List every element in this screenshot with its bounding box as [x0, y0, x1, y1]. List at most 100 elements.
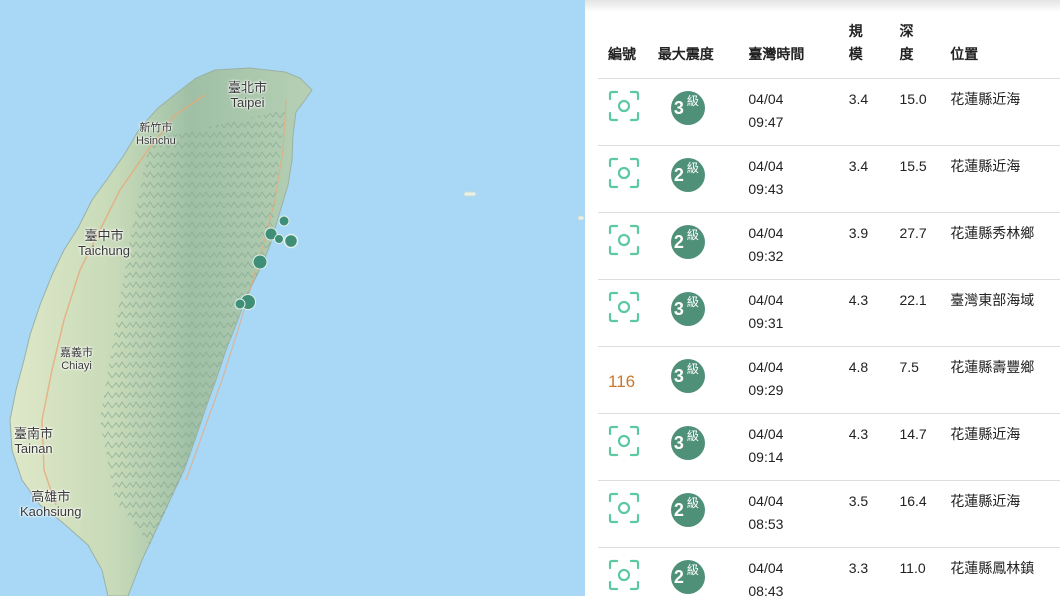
header-id[interactable]: 編號 — [598, 20, 658, 79]
cell-magnitude: 3.5 — [848, 480, 900, 548]
locate-focus-icon — [608, 90, 640, 122]
time-clock: 08:53 — [748, 516, 784, 532]
table-row[interactable]: 2 級 04/04 08:53 3.5 16.4 花蓮縣近海 — [598, 480, 1060, 548]
intensity-suffix: 級 — [686, 563, 699, 577]
time-clock: 09:29 — [748, 382, 784, 398]
locate-button[interactable] — [608, 90, 640, 122]
intensity-level: 2 — [673, 500, 684, 520]
locate-button[interactable] — [608, 492, 640, 524]
cell-location: 花蓮縣近海 — [950, 145, 1060, 213]
locate-focus-icon — [608, 492, 640, 524]
table-row[interactable]: 2 級 04/04 09:43 3.4 15.5 花蓮縣近海 — [598, 145, 1060, 213]
islet — [463, 191, 477, 197]
time-clock: 09:31 — [748, 315, 784, 331]
table-row[interactable]: 3 級 04/04 09:47 3.4 15.0 花蓮縣近海 — [598, 78, 1060, 146]
header-taiwan-time[interactable]: 臺灣時間 — [748, 20, 849, 79]
epicenter-marker — [252, 254, 268, 270]
intensity-suffix: 級 — [686, 94, 699, 108]
header-magnitude[interactable]: 規 模 — [848, 20, 900, 79]
cell-id — [598, 78, 658, 146]
cell-depth: 14.7 — [899, 413, 951, 481]
intensity-badge: 2級 — [670, 560, 705, 594]
locate-button[interactable] — [608, 291, 640, 323]
islet-2 — [577, 215, 585, 221]
intensity-suffix: 級 — [686, 228, 699, 242]
cell-intensity: 2級 — [657, 212, 749, 280]
cell-intensity: 3級 — [657, 279, 749, 347]
cell-id — [598, 212, 658, 280]
time-date: 04/04 — [748, 493, 784, 509]
taiwan-map[interactable]: 臺北市 Taipei 新竹市 Hsinchu 臺中市 Taichung 嘉義市 Chia… — [0, 0, 585, 596]
cell-location: 花蓮縣鳳林鎮 — [950, 547, 1060, 596]
intensity-level: 2 — [673, 232, 684, 252]
intensity-badge: 3級 — [670, 426, 705, 460]
locate-button[interactable] — [608, 224, 640, 256]
cell-id — [598, 145, 658, 213]
epicenter-marker — [234, 298, 246, 310]
cell-location: 花蓮縣近海 — [950, 78, 1060, 146]
intensity-level: 3 — [673, 98, 684, 118]
cell-magnitude: 4.3 — [848, 413, 900, 481]
time-clock: 08:43 — [748, 583, 784, 596]
earthquake-list-panel: 編號 最大震度 臺灣時間 規 模 深 度 位置 3 級 04/04 09:47 3.4 1… — [585, 0, 1060, 596]
cell-depth: 15.0 — [899, 78, 951, 146]
cell-magnitude: 3.9 — [848, 212, 900, 280]
cell-location: 臺灣東部海域 — [950, 279, 1060, 347]
cell-time: 04/04 09:43 — [748, 145, 849, 213]
cell-depth: 7.5 — [899, 346, 951, 414]
header-max-intensity[interactable]: 最大震度 — [657, 20, 749, 79]
intensity-level: 3 — [673, 366, 684, 386]
table-row[interactable]: 3 級 04/04 09:14 4.3 14.7 花蓮縣近海 — [598, 413, 1060, 481]
cell-depth: 16.4 — [899, 480, 951, 548]
intensity-suffix: 級 — [686, 295, 699, 309]
time-date: 04/04 — [748, 292, 784, 308]
cell-location: 花蓮縣近海 — [950, 480, 1060, 548]
table-row[interactable]: 116 3 級 04/04 09:29 4.8 7.5 花蓮縣壽豐鄉 — [598, 346, 1060, 414]
cell-magnitude: 3.3 — [848, 547, 900, 596]
cell-magnitude: 4.8 — [848, 346, 900, 414]
city-label-kaohsiung: 高雄市 Kaohsiung — [20, 489, 82, 519]
earthquake-table: 編號 最大震度 臺灣時間 規 模 深 度 位置 3 級 04/04 09:47 3.4 1… — [598, 20, 1060, 596]
header-depth[interactable]: 深 度 — [899, 20, 951, 79]
city-label-chiayi: 嘉義市 Chiayi — [60, 347, 93, 372]
table-row[interactable]: 2 級 04/04 09:32 3.9 27.7 花蓮縣秀林鄉 — [598, 212, 1060, 280]
locate-focus-icon — [608, 425, 640, 457]
cell-location: 花蓮縣壽豐鄉 — [950, 346, 1060, 414]
intensity-level: 2 — [673, 567, 684, 587]
intensity-level: 3 — [673, 433, 684, 453]
cell-intensity: 2級 — [657, 145, 749, 213]
cell-location: 花蓮縣秀林鄉 — [950, 212, 1060, 280]
time-date: 04/04 — [748, 158, 784, 174]
time-date: 04/04 — [748, 225, 784, 241]
city-label-hsinchu: 新竹市 Hsinchu — [136, 122, 176, 147]
time-date: 04/04 — [748, 560, 784, 576]
epicenter-marker — [283, 233, 299, 249]
locate-focus-icon — [608, 224, 640, 256]
intensity-badge: 2級 — [670, 158, 705, 192]
city-label-taipei: 臺北市 Taipei — [228, 80, 268, 110]
intensity-suffix: 級 — [686, 362, 699, 376]
cell-time: 04/04 08:43 — [748, 547, 849, 596]
header-location[interactable]: 位置 — [950, 20, 1060, 79]
cell-id: 116 — [598, 346, 658, 414]
cell-intensity: 3級 — [657, 346, 749, 414]
epicenter-marker — [274, 234, 284, 244]
time-clock: 09:32 — [748, 248, 784, 264]
cell-depth: 11.0 — [899, 547, 951, 596]
cell-time: 04/04 08:53 — [748, 480, 849, 548]
time-date: 04/04 — [748, 359, 784, 375]
table-row[interactable]: 3 級 04/04 09:31 4.3 22.1 臺灣東部海域 — [598, 279, 1060, 347]
cell-magnitude: 3.4 — [848, 78, 900, 146]
earthquake-id[interactable]: 116 — [608, 370, 635, 393]
cell-time: 04/04 09:32 — [748, 212, 849, 280]
time-clock: 09:47 — [748, 114, 784, 130]
table-row[interactable]: 2 級 04/04 08:43 3.3 11.0 花蓮縣鳳林鎮 — [598, 547, 1060, 596]
locate-button[interactable] — [608, 157, 640, 189]
table-header-row: 編號 最大震度 臺灣時間 規 模 深 度 位置 — [598, 20, 1060, 79]
intensity-badge: 2級 — [670, 493, 705, 527]
locate-button[interactable] — [608, 559, 640, 591]
intensity-suffix: 級 — [686, 161, 699, 175]
locate-button[interactable] — [608, 425, 640, 457]
intensity-level: 2 — [673, 165, 684, 185]
city-label-tainan: 臺南市 Tainan — [14, 426, 54, 456]
